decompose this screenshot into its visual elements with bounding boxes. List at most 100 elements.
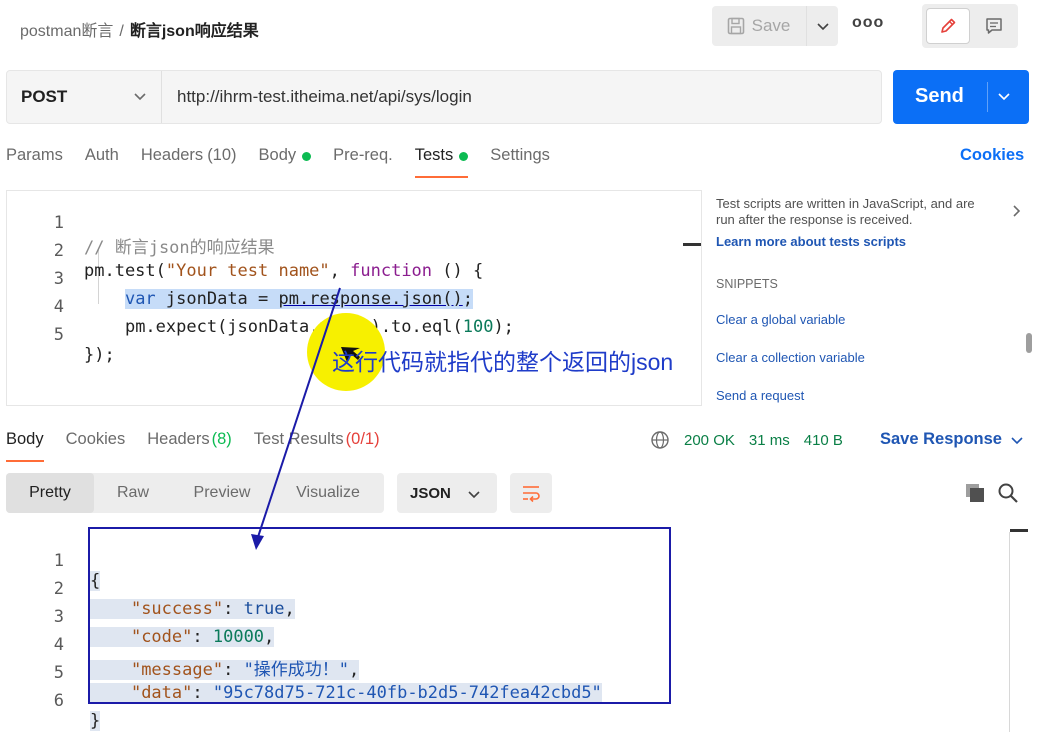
breadcrumb-parent[interactable]: postman断言: [20, 23, 113, 40]
request-tabs: Params Auth Headers (10) Body Pre-req. Te…: [6, 146, 550, 178]
tab-test-results[interactable]: Test Results (0/1): [254, 430, 380, 462]
line-number: 4: [53, 635, 64, 655]
globe-icon[interactable]: [650, 430, 670, 450]
breadcrumb-current[interactable]: 断言json响应结果: [130, 23, 259, 40]
line-number: 1: [53, 213, 64, 233]
json-line: 1 {: [0, 531, 101, 591]
tab-label: Cookies: [65, 430, 126, 448]
search-icon[interactable]: [996, 481, 1020, 505]
tab-label: Auth: [84, 146, 119, 164]
copy-icon[interactable]: [963, 481, 987, 505]
response-size[interactable]: 410 B: [804, 432, 843, 449]
snippet-clear-collection[interactable]: Clear a collection variable: [716, 350, 865, 365]
code-token: () {: [432, 261, 484, 281]
code-line: 5 });: [0, 305, 115, 365]
wrap-lines-button[interactable]: [510, 473, 552, 513]
response-meta: 200 OK 31 ms 410 B: [650, 430, 843, 450]
code-token: jsonData =: [155, 289, 279, 309]
more-actions-button[interactable]: ooo: [852, 14, 884, 38]
send-button[interactable]: Send: [893, 70, 1029, 124]
tab-label: Headers: [147, 430, 210, 448]
code-token: pm.test(: [84, 261, 166, 281]
pencil-icon: [941, 18, 956, 33]
code-text: pm.test("Your test name", function () {: [84, 261, 483, 281]
save-options-button[interactable]: [806, 6, 838, 46]
tab-label: Params: [6, 146, 63, 164]
json-line: 5 "data": "95c78d75-721c-40fb-b2d5-742fe…: [0, 643, 602, 703]
tab-count: (8): [211, 430, 232, 448]
tab-raw[interactable]: Raw: [94, 473, 172, 513]
tab-preview[interactable]: Preview: [172, 473, 272, 513]
tab-response-body[interactable]: Body: [6, 430, 44, 462]
chevron-right-icon[interactable]: [1009, 204, 1023, 218]
tab-visualize[interactable]: Visualize: [272, 473, 384, 513]
json-brace: }: [90, 711, 101, 731]
response-scrollbar[interactable]: [1010, 529, 1028, 532]
snippet-send-request[interactable]: Send a request: [716, 388, 804, 403]
line-number: 2: [53, 579, 64, 599]
json-text: }: [90, 711, 101, 731]
edit-button[interactable]: [926, 8, 970, 44]
status-code[interactable]: 200 OK: [684, 432, 735, 449]
code-text: var jsonData = pm.response.json();: [84, 289, 473, 309]
line-number: 2: [53, 241, 64, 261]
tab-response-cookies[interactable]: Cookies: [66, 430, 126, 462]
chevron-down-icon[interactable]: [133, 89, 147, 103]
tab-params[interactable]: Params: [6, 146, 63, 178]
snippet-clear-global[interactable]: Clear a global variable: [716, 312, 845, 327]
tab-pretty[interactable]: Pretty: [6, 473, 94, 513]
tab-settings[interactable]: Settings: [490, 146, 550, 178]
tab-response-headers[interactable]: Headers (8): [147, 430, 232, 462]
code-line: 2 pm.test("Your test name", function () …: [0, 221, 483, 281]
chevron-down-icon: [1011, 436, 1023, 444]
code-number: 100: [462, 317, 494, 337]
save-response-button[interactable]: Save Response: [880, 430, 1024, 449]
code-token: pm.response.json(): [278, 289, 463, 309]
code-text: });: [84, 345, 115, 365]
comments-button[interactable]: [974, 8, 1014, 44]
code-string: "Your test name": [165, 261, 330, 281]
line-number: 1: [53, 551, 64, 571]
tab-headers[interactable]: Headers (10): [141, 146, 237, 178]
tab-pre-request[interactable]: Pre-req.: [333, 146, 393, 178]
divider: [987, 82, 988, 112]
breadcrumb: postman断言 / 断言json响应结果: [20, 17, 259, 41]
format-label: JSON: [410, 485, 451, 502]
panel-scrollbar[interactable]: [1026, 333, 1032, 353]
snippets-description: Test scripts are written in JavaScript, …: [716, 196, 975, 227]
tab-label: Test Results: [253, 430, 344, 448]
editor-scrollbar[interactable]: [683, 243, 701, 246]
divider: [161, 71, 162, 123]
format-select[interactable]: JSON: [397, 473, 497, 513]
learn-more-link[interactable]: Learn more about tests scripts: [716, 234, 906, 249]
line-number: 5: [53, 663, 64, 683]
code-token: pm.expect(jsonData.value).to.eql(: [124, 317, 463, 337]
send-label: Send: [915, 85, 964, 107]
code-line: 1 // 断言json的响应结果: [0, 193, 275, 258]
json-line: 4 "message": "操作成功！",: [0, 615, 360, 680]
chevron-down-icon[interactable]: [997, 89, 1011, 103]
tab-auth[interactable]: Auth: [85, 146, 119, 178]
json-line: 2 "success": true,: [0, 559, 295, 619]
save-button[interactable]: Save: [712, 6, 804, 46]
save-icon: [727, 17, 744, 35]
status-dot: [302, 152, 312, 161]
line-number: 3: [53, 607, 64, 627]
cookies-link[interactable]: Cookies: [960, 146, 1024, 165]
code-keyword: function: [350, 261, 433, 281]
method-select[interactable]: POST: [21, 87, 67, 107]
snippets-heading: SNIPPETS: [716, 277, 778, 291]
url-input[interactable]: http://ihrm-test.itheima.net/api/sys/log…: [177, 87, 472, 107]
tab-body[interactable]: Body: [259, 146, 312, 178]
response-tabs: Body Cookies Headers (8) Test Results (0/1…: [6, 430, 380, 462]
save-response-label: Save Response: [880, 430, 1002, 448]
response-time[interactable]: 31 ms: [749, 432, 790, 449]
code-line: 3 var jsonData = pm.response.json();: [0, 249, 473, 309]
tab-label: Headers: [140, 146, 204, 164]
json-highlight-box: [88, 527, 671, 704]
code-token: ,: [329, 261, 351, 281]
line-number: 4: [53, 297, 64, 317]
tab-label: Tests: [414, 146, 454, 164]
tab-tests[interactable]: Tests: [414, 146, 469, 178]
